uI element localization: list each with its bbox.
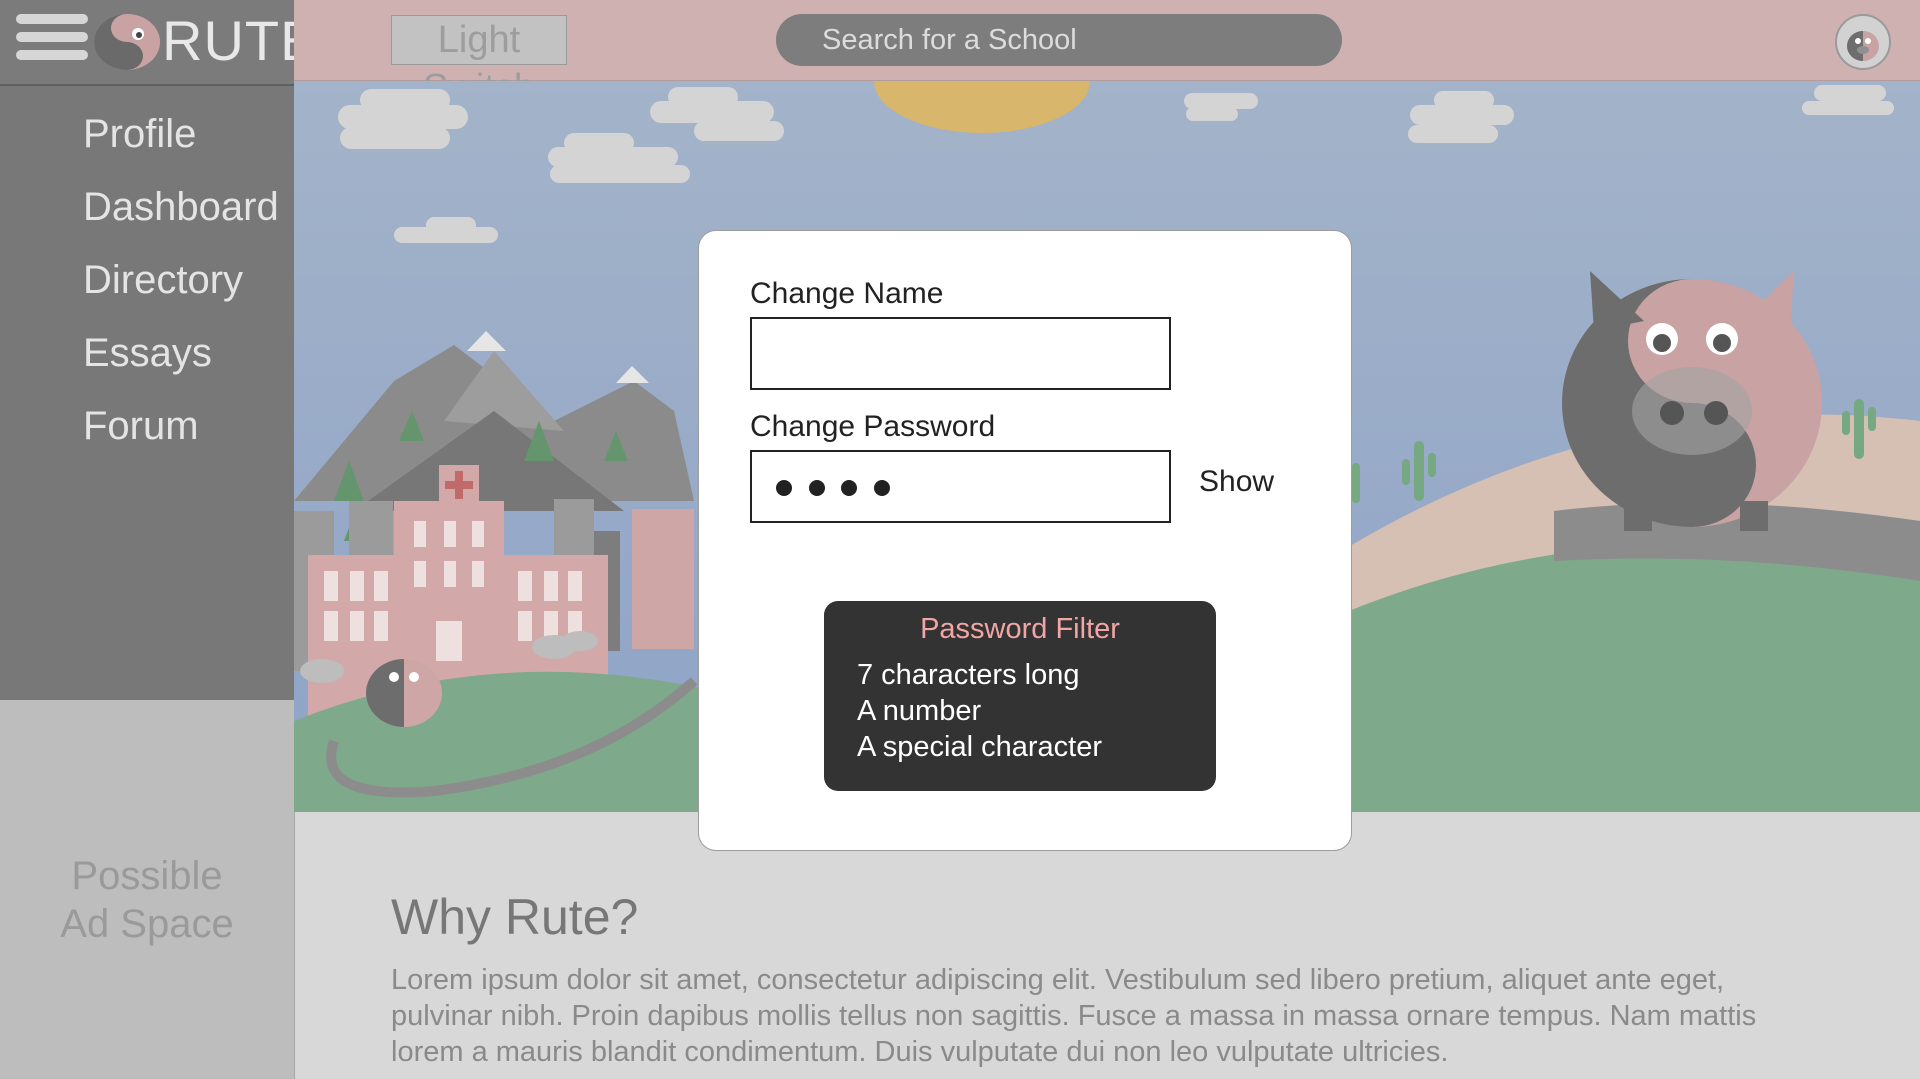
sidebar: Profile Dashboard Directory Essays Forum: [0, 86, 294, 700]
password-filter-panel: Password Filter 7 characters long A numb…: [824, 601, 1216, 791]
show-password-button[interactable]: Show: [1199, 465, 1274, 499]
password-mask-dot: [809, 480, 825, 496]
sidebar-item-essays[interactable]: Essays: [0, 317, 294, 390]
password-mask-dot: [776, 480, 792, 496]
password-rule: A special character: [857, 731, 1103, 763]
why-rute-heading: Why Rute?: [391, 889, 639, 945]
ad-space-line1: Possible: [71, 854, 223, 898]
sidebar-item-profile[interactable]: Profile: [0, 98, 294, 171]
sidebar-item-directory[interactable]: Directory: [0, 244, 294, 317]
account-settings-modal: Change Name Change Password Show Passwor…: [698, 230, 1352, 851]
password-filter-title: Password Filter: [920, 613, 1120, 645]
ad-space: Possible Ad Space: [0, 700, 295, 1079]
light-switch-button[interactable]: Light Switch: [391, 15, 567, 109]
top-bar: Light Switch: [294, 0, 1920, 109]
sidebar-header: RUTE: [0, 0, 317, 86]
why-rute-body: Lorem ipsum dolor sit amet, consectetur …: [391, 964, 1757, 1068]
password-rule: 7 characters long: [857, 659, 1080, 691]
password-rule: A number: [857, 695, 982, 727]
sidebar-item-forum[interactable]: Forum: [0, 390, 294, 463]
school-search-input[interactable]: [776, 14, 1342, 66]
password-mask-dot: [874, 480, 890, 496]
ad-space-line2: Ad Space: [60, 902, 234, 946]
pig-avatar-icon[interactable]: [1835, 14, 1891, 70]
change-name-label: Change Name: [750, 277, 944, 310]
password-mask-dot: [841, 480, 857, 496]
change-password-input[interactable]: [750, 450, 1171, 523]
change-password-label: Change Password: [750, 410, 996, 443]
hamburger-menu-icon[interactable]: [16, 14, 88, 66]
change-name-input[interactable]: [750, 317, 1171, 390]
sidebar-item-dashboard[interactable]: Dashboard: [0, 171, 294, 244]
yin-yang-pig-logo-icon: [94, 14, 160, 70]
